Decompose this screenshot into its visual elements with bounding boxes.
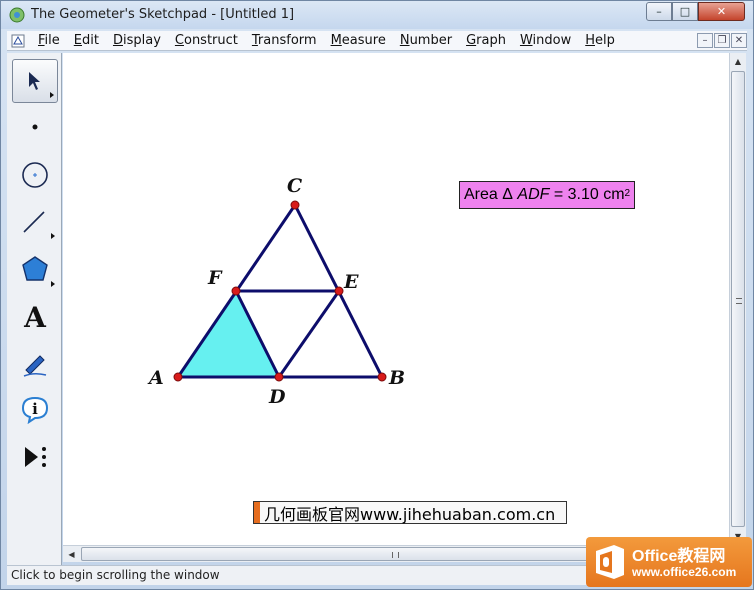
straightedge-tool[interactable] bbox=[12, 199, 58, 243]
label-a[interactable]: A bbox=[147, 367, 164, 389]
menu-edit[interactable]: Edit bbox=[67, 33, 106, 48]
information-tool[interactable]: i bbox=[12, 387, 58, 431]
svg-text:i: i bbox=[32, 400, 38, 418]
menu-display[interactable]: Display bbox=[106, 33, 168, 48]
point-a[interactable] bbox=[173, 372, 183, 382]
menu-graph[interactable]: Graph bbox=[459, 33, 513, 48]
menu-measure[interactable]: Measure bbox=[324, 33, 393, 48]
point-tool[interactable] bbox=[12, 105, 58, 149]
delta-symbol: Δ bbox=[502, 186, 513, 203]
menu-help[interactable]: Help bbox=[578, 33, 622, 48]
document-restore-button[interactable]: ❐ bbox=[714, 33, 730, 48]
area-unit-exponent: 2 bbox=[624, 187, 631, 199]
tool-submenu-indicator bbox=[50, 92, 54, 98]
menu-transform[interactable]: Transform bbox=[245, 33, 324, 48]
arrow-tool[interactable] bbox=[12, 59, 58, 103]
vertical-scroll-thumb[interactable] bbox=[731, 71, 745, 527]
info-icon: i bbox=[21, 396, 49, 424]
document-minimize-button[interactable]: – bbox=[697, 33, 713, 48]
office-watermark-badge: Office教程网 www.office26.com bbox=[586, 537, 752, 587]
vertical-scrollbar[interactable]: ▲ ▼ bbox=[729, 53, 746, 545]
title-bar[interactable]: The Geometer's Sketchpad - [Untitled 1] … bbox=[1, 1, 753, 29]
label-d[interactable]: D bbox=[268, 386, 286, 408]
minimize-button[interactable]: – bbox=[646, 2, 672, 21]
label-c[interactable]: C bbox=[287, 175, 302, 197]
office-logo-icon bbox=[596, 545, 624, 579]
badge-url: www.office26.com bbox=[632, 565, 737, 579]
sketch-canvas[interactable]: A B C D E F Area Δ ADF = 3.10 cm 2 几何画板官网… bbox=[63, 53, 729, 545]
label-f[interactable]: F bbox=[207, 267, 223, 289]
maximize-button[interactable]: □ bbox=[672, 2, 698, 21]
triangle-name: ADF bbox=[517, 186, 550, 203]
scroll-grip-icon bbox=[736, 298, 742, 304]
arrow-icon bbox=[29, 72, 40, 90]
area-measurement[interactable]: Area Δ ADF = 3.10 cm 2 bbox=[459, 181, 636, 209]
label-b[interactable]: B bbox=[388, 367, 405, 389]
marker-tool[interactable] bbox=[12, 341, 58, 385]
app-window: The Geometer's Sketchpad - [Untitled 1] … bbox=[0, 0, 754, 590]
toolbox: A i bbox=[7, 53, 62, 565]
play-more-icon bbox=[25, 447, 46, 467]
tool-submenu-indicator bbox=[51, 233, 55, 239]
document-icon[interactable] bbox=[11, 34, 25, 48]
menu-window[interactable]: Window bbox=[513, 33, 578, 48]
point-c[interactable] bbox=[290, 200, 300, 210]
scroll-up-button[interactable]: ▲ bbox=[730, 53, 746, 70]
point-f[interactable] bbox=[231, 286, 241, 296]
menu-bar: File Edit Display Construct Transform Me… bbox=[7, 31, 747, 51]
segment-icon bbox=[23, 211, 45, 233]
menu-items: File Edit Display Construct Transform Me… bbox=[31, 33, 622, 48]
polygon-tool[interactable] bbox=[12, 247, 58, 291]
sketchpad-app-icon bbox=[9, 7, 25, 23]
area-prefix: Area bbox=[464, 186, 498, 203]
compass-tool[interactable] bbox=[12, 153, 58, 197]
text-a-icon: A bbox=[24, 300, 46, 334]
segment-de[interactable] bbox=[277, 290, 341, 378]
watermark-caption[interactable]: 几何画板官网www.jihehuaban.com.cn bbox=[253, 501, 567, 524]
point-icon bbox=[32, 124, 38, 130]
window-title: The Geometer's Sketchpad - [Untitled 1] bbox=[31, 7, 295, 22]
menu-number[interactable]: Number bbox=[393, 33, 459, 48]
watermark-text: 几何画板官网www.jihehuaban.com.cn bbox=[264, 504, 556, 524]
close-button[interactable]: ✕ bbox=[698, 2, 745, 21]
point-d[interactable] bbox=[274, 372, 284, 382]
tool-submenu-indicator bbox=[51, 281, 55, 287]
badge-title: Office教程网 bbox=[632, 548, 726, 565]
scroll-left-button[interactable]: ◀ bbox=[63, 546, 80, 562]
menu-construct[interactable]: Construct bbox=[168, 33, 245, 48]
custom-tool[interactable] bbox=[12, 435, 58, 479]
document-close-button[interactable]: ✕ bbox=[731, 33, 747, 48]
menu-file[interactable]: File bbox=[31, 33, 67, 48]
point-e[interactable] bbox=[334, 286, 344, 296]
sketch-drawing: A B C D E F bbox=[147, 175, 405, 408]
area-value: = 3.10 cm bbox=[553, 186, 625, 203]
label-e[interactable]: E bbox=[343, 271, 359, 293]
pen-icon bbox=[23, 355, 47, 377]
text-tool[interactable]: A bbox=[12, 295, 58, 339]
circle-icon bbox=[22, 162, 48, 188]
point-b[interactable] bbox=[377, 372, 387, 382]
status-text: Click to begin scrolling the window bbox=[11, 568, 220, 582]
polygon-icon bbox=[22, 256, 48, 281]
scroll-grip-icon bbox=[392, 552, 399, 558]
